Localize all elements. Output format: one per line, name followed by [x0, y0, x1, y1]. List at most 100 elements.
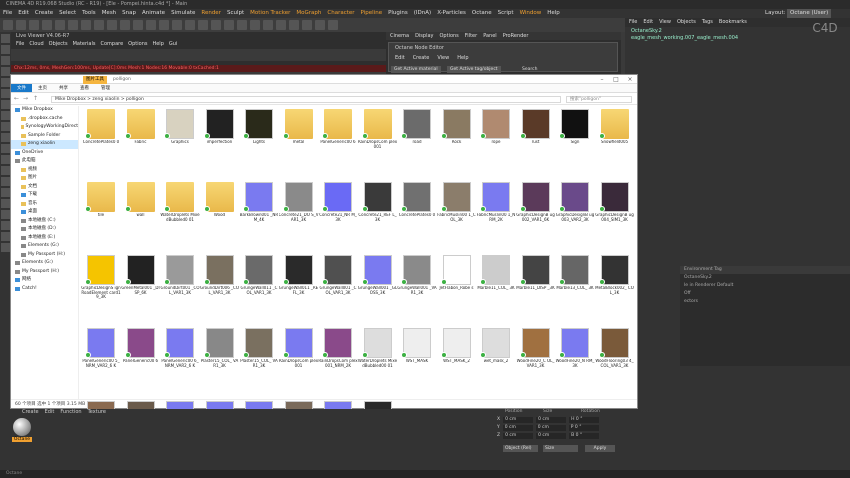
material-menu-item[interactable]: Edit: [45, 409, 55, 416]
file-item[interactable]: rust: [516, 109, 556, 173]
file-item[interactable]: ConcretePlates0 0: [81, 109, 121, 173]
node-top-menu-item[interactable]: Panel: [483, 32, 497, 40]
coord-size-field[interactable]: 0 cm: [536, 417, 567, 423]
menu-item[interactable]: Character: [327, 9, 354, 18]
nav-item[interactable]: OneDrive: [11, 149, 78, 158]
menu-item[interactable]: Sculpt: [227, 9, 244, 18]
node-menu-item[interactable]: View: [437, 55, 449, 61]
toolbar-button[interactable]: [237, 20, 247, 30]
toolbar-button[interactable]: [224, 20, 234, 30]
get-active-tag-button[interactable]: Get Active tag/object: [447, 66, 501, 73]
file-item[interactable]: GrungeWall001 _GLOSS_3K: [358, 255, 398, 319]
material-preview-ball[interactable]: [13, 418, 31, 436]
coord-mode-select[interactable]: Object (Rel): [503, 445, 538, 452]
node-menu-item[interactable]: Create: [413, 55, 430, 61]
toolbar-button[interactable]: [172, 20, 182, 30]
menu-item[interactable]: Animate: [142, 9, 165, 18]
file-item[interactable]: WoodFine20_C OL_VAR1_3K: [516, 328, 556, 392]
object-menu-item[interactable]: File: [629, 18, 637, 27]
file-item[interactable]: GraphicDesignB ug003_VAR2_3K: [555, 182, 595, 246]
toolbar-button[interactable]: [120, 20, 130, 30]
nav-item[interactable]: My Passport (H:): [11, 251, 78, 260]
file-item[interactable]: GroundDirt006 _COL_VAR1_3K: [200, 255, 240, 319]
file-item[interactable]: Fabric: [121, 109, 161, 173]
file-item[interactable]: GroundDirt001 _COL_VAR1_3K: [160, 255, 200, 319]
coord-rotation-field[interactable]: B 0 °: [569, 433, 600, 439]
toolbar-button[interactable]: [198, 20, 208, 30]
layout-select[interactable]: Octane (User): [787, 9, 832, 18]
minimize-icon[interactable]: –: [595, 75, 609, 84]
menu-item[interactable]: Render: [201, 9, 221, 18]
material-menu-item[interactable]: Function: [60, 409, 81, 416]
live-viewer-menu-item[interactable]: Cloud: [29, 41, 43, 48]
nav-item[interactable]: 视频: [11, 166, 78, 175]
tool-icon[interactable]: [1, 67, 10, 76]
file-item[interactable]: WST_MASK_2: [437, 328, 477, 392]
menu-item[interactable]: Mesh: [102, 9, 116, 18]
object-menu-item[interactable]: View: [659, 18, 671, 27]
file-item[interactable]: tile: [81, 182, 121, 246]
file-item[interactable]: Marble11_DISP _3K: [516, 255, 556, 319]
object-menu-item[interactable]: Tags: [702, 18, 713, 27]
attr-row[interactable]: ectors: [680, 298, 850, 306]
file-item[interactable]: RainDropsCom plex001_NRM_2K: [318, 328, 358, 392]
tool-icon[interactable]: [1, 166, 10, 175]
tool-icon[interactable]: [1, 122, 10, 131]
file-item[interactable]: Graphics: [160, 109, 200, 173]
toolbar-button[interactable]: [302, 20, 312, 30]
nav-item[interactable]: 下载: [11, 191, 78, 200]
file-item[interactable]: WaterDroplets MixedBubbled0 01: [160, 182, 200, 246]
toolbar-button[interactable]: [315, 20, 325, 30]
file-item[interactable]: Plaster15_COL_ VAR1_3K: [200, 328, 240, 392]
file-item[interactable]: Rock: [437, 109, 477, 173]
toolbar-button[interactable]: [3, 20, 13, 30]
tool-icon[interactable]: [1, 100, 10, 109]
object-tree-item[interactable]: OctaneSky.2: [631, 28, 738, 35]
node-menu-item[interactable]: Help: [457, 55, 468, 61]
file-item[interactable]: metal: [279, 109, 319, 173]
object-tree-item[interactable]: eagle_mesh_working.007_eagle_mesh.004: [631, 35, 738, 42]
menu-item[interactable]: Motion Tracker: [250, 9, 290, 18]
toolbar-button[interactable]: [276, 20, 286, 30]
maximize-icon[interactable]: □: [609, 75, 623, 84]
ribbon-tab[interactable]: 查看: [74, 84, 95, 92]
menu-item[interactable]: File: [3, 9, 12, 18]
coord-rotation-field[interactable]: P 0 °: [568, 425, 599, 431]
nav-item[interactable]: 本地磁盘 (C:): [11, 217, 78, 226]
coord-position-field[interactable]: 0 cm: [503, 417, 534, 423]
file-item[interactable]: PanelGeneric00 6: [121, 328, 161, 392]
tool-icon[interactable]: [1, 210, 10, 219]
up-arrow-icon[interactable]: ↑: [33, 95, 38, 102]
node-top-menu-item[interactable]: ProRender: [503, 32, 529, 40]
menu-item[interactable]: Snap: [122, 9, 136, 18]
toolbar-button[interactable]: [55, 20, 65, 30]
nav-item[interactable]: 本地磁盘 (D:): [11, 225, 78, 234]
file-item[interactable]: GraphicDesignS ignRoadElement card19_3K: [81, 255, 121, 319]
coord-position-field[interactable]: 0 cm: [503, 433, 534, 439]
toolbar-button[interactable]: [289, 20, 299, 30]
toolbar-button[interactable]: [146, 20, 156, 30]
file-item[interactable]: Concrete21_NR M_3K: [318, 182, 358, 246]
toolbar-button[interactable]: [16, 20, 26, 30]
file-item[interactable]: BarkBrown001 _NRM_4K: [239, 182, 279, 246]
file-item[interactable]: FabricMuslin00 1_COL_3K: [437, 182, 477, 246]
toolbar-button[interactable]: [185, 20, 195, 30]
menu-item[interactable]: Simulate: [171, 9, 195, 18]
node-top-menu-item[interactable]: Options: [440, 32, 459, 40]
material-menu-item[interactable]: Create: [22, 409, 39, 416]
tool-icon[interactable]: [1, 89, 10, 98]
picture-tools-tab[interactable]: 图片工具: [83, 76, 107, 84]
file-item[interactable]: PanelGeneric00 6: [318, 109, 358, 173]
ribbon-tab[interactable]: 文件: [11, 84, 32, 92]
node-top-menu-item[interactable]: Cinema: [390, 32, 409, 40]
menu-item[interactable]: MoGraph: [296, 9, 321, 18]
file-item[interactable]: WoodFine20_N RM_3K: [555, 328, 595, 392]
menu-item[interactable]: Tools: [82, 9, 96, 18]
file-item[interactable]: PanelGeneric00 6_NRM_VAR2_6 K: [160, 328, 200, 392]
tool-icon[interactable]: [1, 144, 10, 153]
nav-item[interactable]: 此电脑: [11, 157, 78, 166]
ribbon-tab[interactable]: 共享: [53, 84, 74, 92]
tool-icon[interactable]: [1, 232, 10, 241]
menu-item[interactable]: Script: [498, 9, 514, 18]
object-menu-item[interactable]: Edit: [643, 18, 653, 27]
